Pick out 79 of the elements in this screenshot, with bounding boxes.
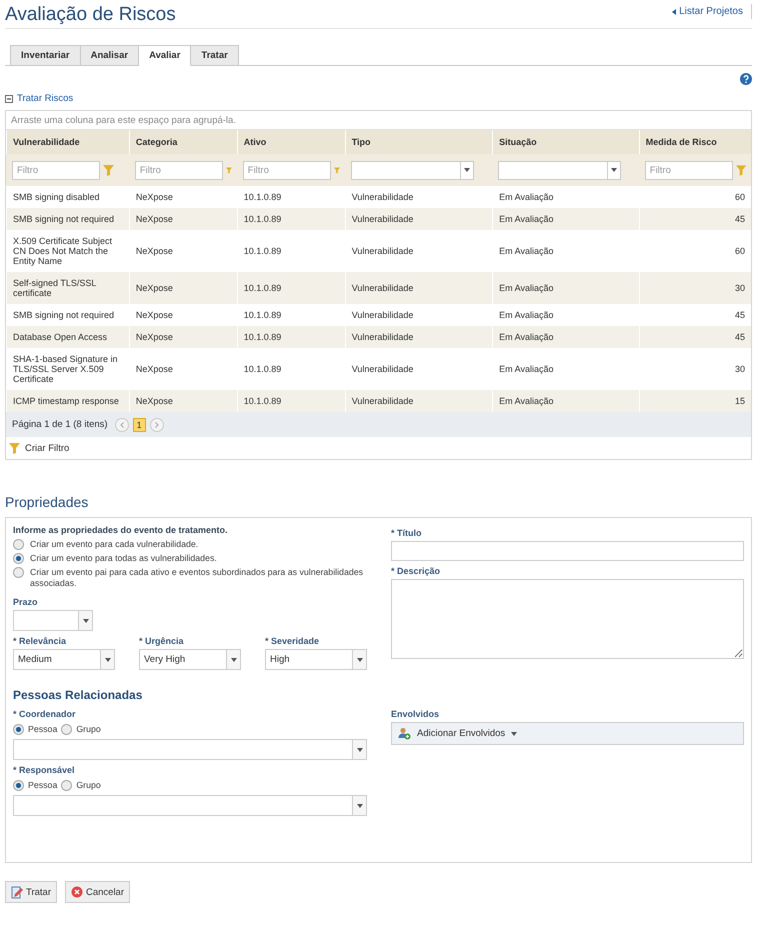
caret-icon	[672, 8, 676, 14]
page-number[interactable]: 1	[132, 418, 146, 432]
radio-label: Criar um evento para todas as vulnerabilidades.	[30, 553, 217, 564]
caret-icon	[82, 618, 88, 622]
radio-button[interactable]	[13, 553, 24, 564]
field-label: Envolvidos	[391, 709, 440, 719]
create-filter-link[interactable]: Criar Filtro	[25, 442, 70, 454]
column-header[interactable]: Ativo	[237, 130, 346, 154]
filter-field[interactable]: Filtro	[644, 160, 733, 180]
next-page-icon[interactable]	[150, 418, 164, 432]
radio-button[interactable]	[13, 780, 24, 791]
filter-icon[interactable]	[103, 164, 114, 176]
section-title: Propriedades	[5, 494, 90, 510]
description-field[interactable]	[391, 579, 744, 659]
caret-icon	[464, 168, 470, 172]
radio-label: Grupo	[76, 780, 101, 791]
add-involved-button[interactable]: Adicionar Envolvidos	[391, 722, 744, 745]
caret-icon	[104, 658, 110, 662]
filter-field[interactable]: Filtro	[12, 160, 100, 180]
tab[interactable]: Avaliar	[139, 45, 192, 66]
section-link[interactable]: Tratar Riscos	[17, 93, 74, 104]
caret-icon	[356, 748, 362, 752]
collapse-icon[interactable]	[5, 94, 13, 102]
submit-button[interactable]: Tratar	[5, 881, 57, 903]
help-icon[interactable]	[740, 73, 752, 85]
deadline-dropdown[interactable]	[13, 610, 93, 631]
column-header[interactable]: Situação	[492, 130, 640, 154]
field-label: * Urgência	[139, 636, 185, 646]
close-icon	[70, 886, 83, 898]
radio-label: Grupo	[76, 724, 101, 735]
filter-dropdown[interactable]	[350, 160, 474, 180]
field-label: * Coordenador	[13, 709, 77, 719]
section-title: Pessoas Relacionadas	[13, 688, 144, 702]
field-label: * Relevância	[13, 636, 68, 646]
filter-field[interactable]: Filtro	[242, 160, 331, 180]
add-user-icon	[398, 727, 411, 740]
radio-label: Criar um evento pai para cada ativo e eventos subordinados para as vulnerabilidades associadas.	[30, 567, 364, 589]
title-field[interactable]	[391, 541, 744, 561]
radio-button[interactable]	[13, 539, 24, 550]
previous-page-icon[interactable]	[114, 418, 129, 432]
field-label: * Título	[391, 528, 422, 538]
filter-icon[interactable]	[334, 164, 340, 176]
pencil-icon	[11, 886, 23, 898]
select-dropdown[interactable]: Very High	[139, 649, 241, 670]
list-projects-link[interactable]: Listar Projetos	[672, 4, 752, 19]
cancel-button[interactable]: Cancelar	[64, 881, 130, 903]
radio-button[interactable]	[13, 567, 24, 578]
filter-icon[interactable]	[226, 164, 232, 176]
select-dropdown[interactable]: Medium	[13, 649, 115, 670]
tab[interactable]: Analisar	[80, 45, 140, 66]
filter-field[interactable]: Filtro	[134, 160, 223, 180]
column-header[interactable]: Categoria	[129, 130, 238, 154]
field-label: * Descrição	[391, 566, 442, 576]
radio-label: Criar um evento para cada vulnerabilidade.	[30, 539, 198, 550]
caret-icon	[611, 168, 618, 172]
column-header[interactable]: Tipo	[345, 130, 493, 154]
radio-label: Pessoa	[28, 724, 58, 735]
form-instruction: Informe as propriedades do evento de tratamento.	[13, 525, 229, 535]
radio-button[interactable]	[61, 780, 72, 791]
tab[interactable]: Inventariar	[10, 45, 81, 66]
radio-button[interactable]	[61, 724, 72, 735]
field-label: * Severidade	[265, 636, 320, 646]
caret-icon	[511, 732, 518, 736]
radio-button[interactable]	[13, 724, 24, 735]
select-dropdown[interactable]: High	[265, 649, 367, 670]
filter-icon[interactable]	[9, 442, 20, 454]
radio-label: Pessoa	[28, 780, 58, 791]
tab[interactable]: Tratar	[191, 45, 239, 66]
page-title: Avaliação de Riscos	[5, 4, 176, 26]
caret-icon	[356, 658, 362, 662]
field-label: Prazo	[13, 597, 39, 607]
filter-dropdown[interactable]	[498, 160, 622, 180]
caret-icon	[230, 658, 236, 662]
pager-summary: Página 1 de 1 (8 itens)	[12, 419, 108, 430]
filter-icon[interactable]	[736, 164, 746, 176]
field-label: * Responsável	[13, 765, 76, 775]
column-header[interactable]: Medida de Risco	[639, 130, 751, 154]
column-header[interactable]: Vulnerabilidade	[6, 130, 130, 154]
caret-icon	[356, 804, 362, 808]
